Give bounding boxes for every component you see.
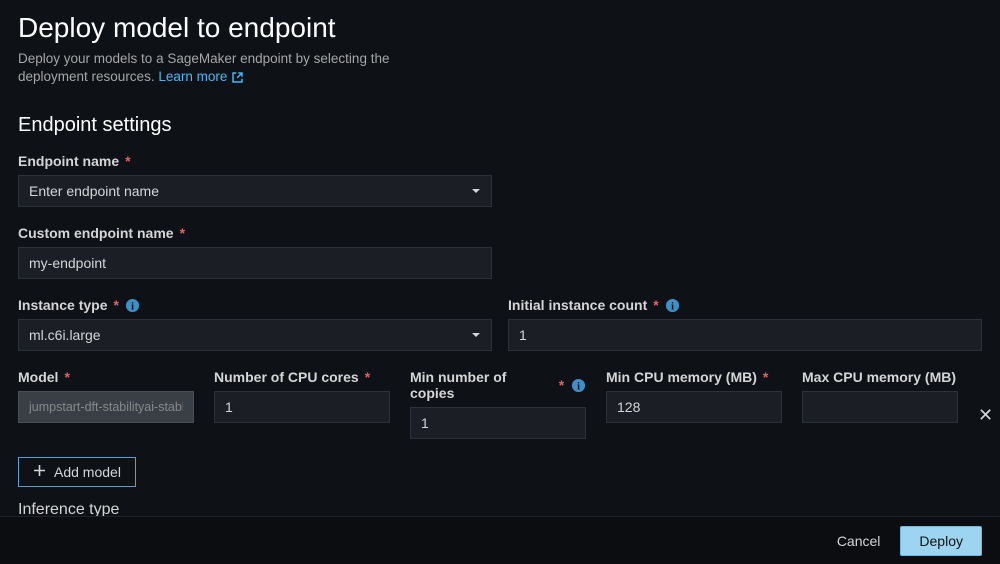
initial-instance-count-label: Initial instance count* i — [508, 297, 982, 313]
endpoint-name-label: Endpoint name* — [18, 153, 492, 169]
plus-icon — [33, 464, 46, 480]
svg-text:i: i — [577, 381, 580, 392]
min-copies-label: Min number of copies* i — [410, 369, 586, 401]
model-input[interactable] — [18, 391, 194, 423]
footer-bar: Cancel Deploy — [0, 516, 1000, 564]
learn-more-label: Learn more — [158, 68, 227, 86]
min-mem-input[interactable] — [606, 391, 782, 423]
add-model-button[interactable]: Add model — [18, 457, 136, 487]
info-icon[interactable]: i — [125, 297, 141, 313]
svg-text:i: i — [671, 301, 674, 312]
add-model-label: Add model — [54, 464, 121, 480]
cpu-cores-input[interactable] — [214, 391, 390, 423]
caret-down-icon — [471, 327, 481, 343]
endpoint-name-placeholder: Enter endpoint name — [29, 183, 159, 199]
custom-endpoint-name-input[interactable] — [18, 247, 492, 279]
inference-type-heading: Inference type — [18, 501, 982, 516]
section-endpoint-settings: Endpoint settings — [18, 114, 982, 137]
page-title: Deploy model to endpoint — [18, 12, 982, 44]
cpu-cores-label: Number of CPU cores* — [214, 369, 390, 385]
info-icon[interactable]: i — [570, 377, 586, 393]
deploy-button[interactable]: Deploy — [900, 526, 982, 556]
learn-more-link[interactable]: Learn more — [158, 68, 244, 86]
close-icon: ✕ — [978, 405, 993, 426]
custom-endpoint-name-label: Custom endpoint name* — [18, 225, 492, 241]
page-subtitle: Deploy your models to a SageMaker endpoi… — [18, 50, 448, 86]
min-copies-input[interactable] — [410, 407, 586, 439]
caret-down-icon — [471, 183, 481, 199]
instance-type-label: Instance type* i — [18, 297, 492, 313]
model-label: Model* — [18, 369, 194, 385]
info-icon[interactable]: i — [665, 297, 681, 313]
cancel-button[interactable]: Cancel — [837, 533, 881, 549]
svg-text:i: i — [132, 301, 135, 312]
max-mem-label: Max CPU memory (MB) — [802, 369, 958, 385]
external-link-icon — [231, 71, 244, 84]
remove-row-button[interactable]: ✕ — [978, 369, 993, 439]
initial-instance-count-input[interactable] — [508, 319, 982, 351]
max-mem-input[interactable] — [802, 391, 958, 423]
min-mem-label: Min CPU memory (MB)* — [606, 369, 782, 385]
instance-type-value: ml.c6i.large — [29, 327, 101, 343]
endpoint-name-select[interactable]: Enter endpoint name — [18, 175, 492, 207]
instance-type-select[interactable]: ml.c6i.large — [18, 319, 492, 351]
